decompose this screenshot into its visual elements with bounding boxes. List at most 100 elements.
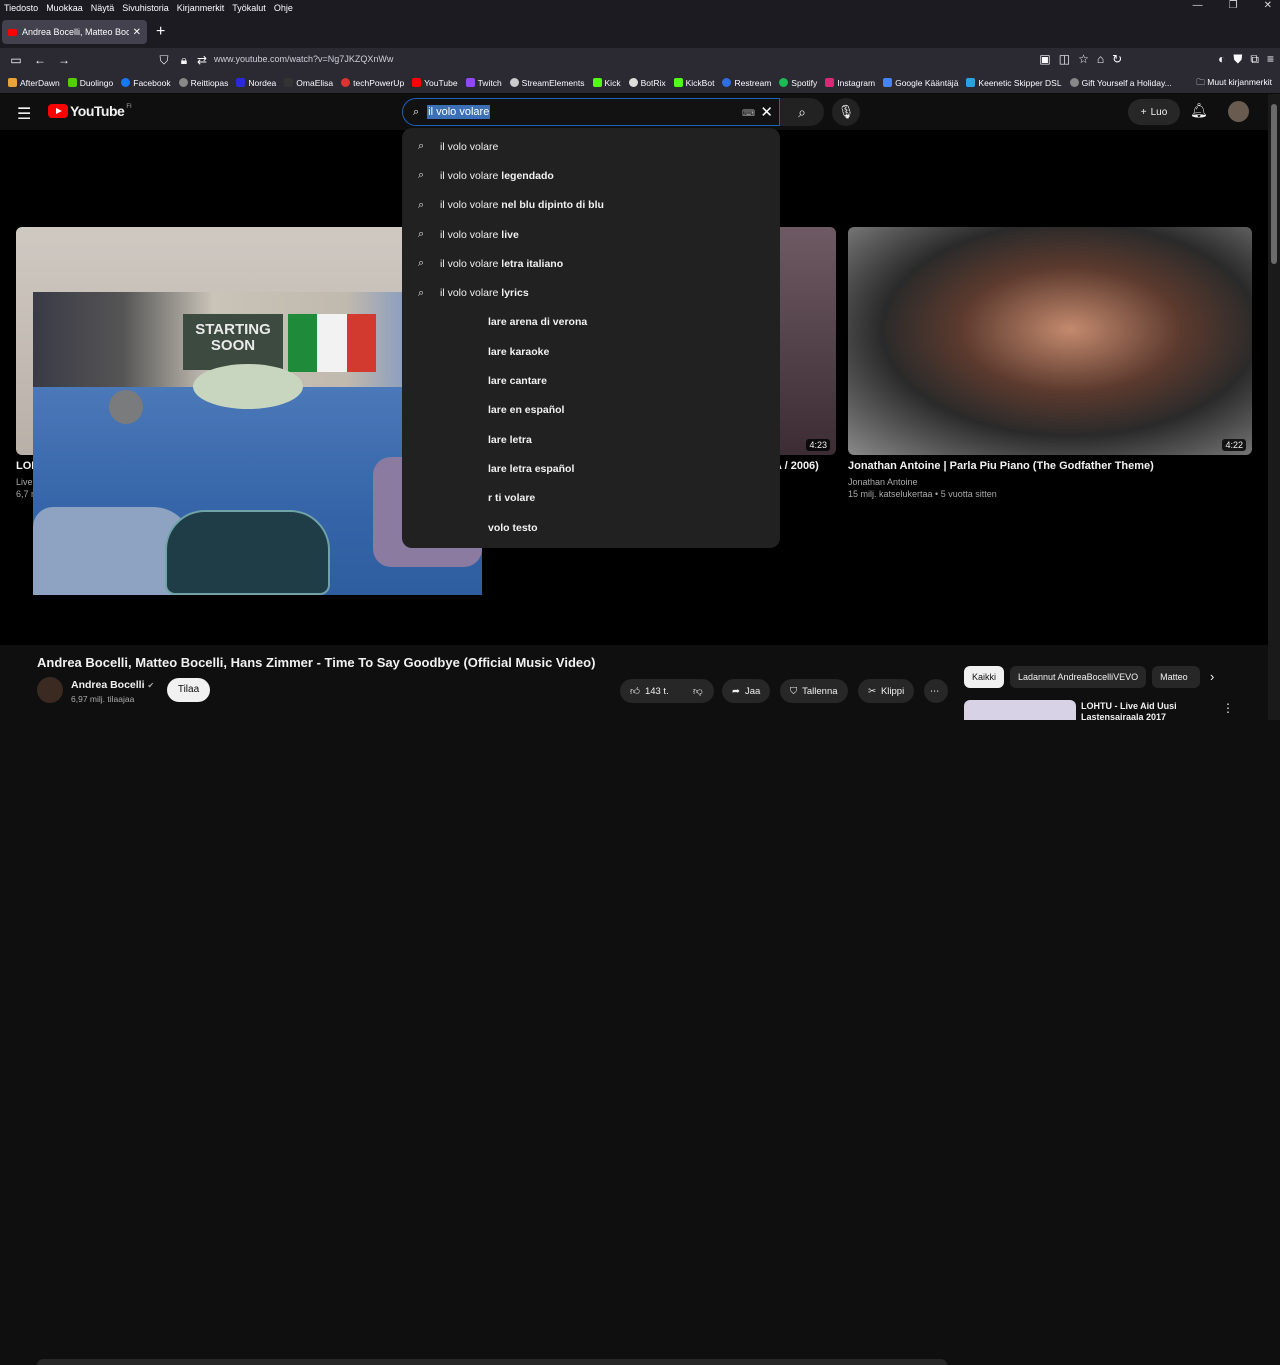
menu-history[interactable]: Sivuhistoria (122, 3, 169, 13)
card-3-title[interactable]: Jonathan Antoine | Parla Piu Piano (The … (848, 460, 1154, 472)
page-scrollbar[interactable] (1268, 94, 1280, 720)
card-3-channel[interactable]: Jonathan Antoine (848, 477, 918, 487)
reload-icon[interactable]: ↻ (1112, 52, 1122, 67)
url-field[interactable]: www.youtube.com/watch?v=Ng7JKZQXnWw (214, 54, 393, 64)
clear-search-icon[interactable]: ✕ (760, 103, 773, 121)
clip-button[interactable]: ✂ Klippi (858, 679, 915, 703)
subscribe-button[interactable]: Tilaa (167, 678, 210, 702)
suggestion-item[interactable]: lare letra español (402, 454, 780, 483)
description-box[interactable] (37, 1359, 947, 1365)
endscreen-card-3[interactable]: 4:22 (848, 227, 1252, 455)
notifications-bell-icon[interactable]: 🔔︎ (1190, 102, 1208, 119)
dislike-button[interactable]: 👎︎ (686, 679, 714, 703)
channel-avatar[interactable] (37, 677, 63, 703)
close-window-icon[interactable]: ✕ (1264, 0, 1272, 11)
more-actions-button[interactable]: ⋯ (924, 679, 948, 703)
chip-all[interactable]: Kaikki (964, 666, 1005, 688)
bookmark-item[interactable]: techPowerUp (341, 78, 404, 88)
permissions-icon[interactable]: ⇄ (190, 53, 214, 67)
suggestion-item[interactable]: ⌕ il volo volare lyrics (402, 278, 780, 307)
ublock-icon[interactable]: ⛊ (1233, 52, 1242, 67)
bookmark-item[interactable]: Google Kääntäjä (883, 78, 958, 88)
restore-icon[interactable]: ❐ (1229, 0, 1238, 11)
extension-icon[interactable]: ◐ (1218, 52, 1225, 67)
bookmark-label: Google Kääntäjä (895, 77, 959, 88)
suggestion-item[interactable]: lare en español (402, 396, 780, 425)
suggestion-item[interactable]: ⌕ il volo volare nel blu dipinto di blu (402, 191, 780, 220)
bookmark-item[interactable]: StreamElements (509, 78, 585, 88)
recommended-thumbnail[interactable] (964, 700, 1076, 720)
guide-menu-icon[interactable]: ☰ (17, 104, 31, 124)
menu-tools[interactable]: Työkalut (232, 3, 266, 13)
bookmark-item[interactable]: YouTube (412, 78, 458, 88)
share-label: Jaa (744, 685, 761, 697)
share-button[interactable]: ➦ Jaa (722, 679, 771, 703)
bookmark-item[interactable]: Gift Yourself a Holiday... (1069, 78, 1172, 88)
bookmark-item[interactable]: Instagram (825, 78, 875, 88)
minimize-icon[interactable]: — (1193, 0, 1203, 11)
bookmark-item[interactable]: AfterDawn (8, 78, 60, 88)
search-icon: ⌕ (418, 198, 425, 211)
bookmark-item[interactable]: Twitch (465, 78, 502, 88)
suggestion-item[interactable]: lare karaoke (402, 337, 780, 366)
bookmark-item[interactable]: Kick (592, 78, 621, 88)
menu-file[interactable]: Tiedosto (4, 3, 38, 13)
bookmark-item[interactable]: Spotify (779, 78, 817, 88)
channel-name[interactable]: Andrea Bocelli ✔ (71, 679, 154, 691)
suggestion-item[interactable]: volo testo (402, 513, 780, 542)
suggestion-item[interactable]: r ti volare (402, 484, 780, 513)
chevron-right-icon[interactable]: › (1210, 669, 1214, 684)
tab-active[interactable]: Andrea Bocelli, Matteo Bocelli, ✕ (2, 20, 147, 44)
menu-edit[interactable]: Muokkaa (46, 3, 83, 13)
suggestion-item[interactable]: lare letra (402, 425, 780, 454)
search-input[interactable]: ⌕ il volo volare ⌨ ✕ (402, 98, 780, 126)
chip-uploaded[interactable]: Ladannut AndreaBocelliVEVO (1010, 666, 1147, 688)
close-tab-icon[interactable]: ✕ (133, 27, 141, 38)
scrollbar-thumb[interactable] (1271, 104, 1277, 264)
forward-icon[interactable]: → (52, 53, 76, 67)
card-2-title[interactable]: A / 2006) (774, 460, 819, 472)
bookmark-item[interactable]: BotRix (628, 78, 666, 88)
bookmark-item[interactable]: Reittiopas (178, 78, 228, 88)
youtube-favicon-icon (8, 28, 17, 36)
bookmark-icon: ⛉ (790, 685, 798, 697)
suggestion-rest: lare arena di verona (488, 316, 588, 329)
suggestion-item[interactable]: ⌕ il volo volare letra italiano (402, 249, 780, 278)
sidebar-toggle-icon[interactable]: ▭ (4, 53, 28, 67)
menu-view[interactable]: Näytä (91, 3, 115, 13)
screenshot-icon[interactable]: ▣ (1039, 52, 1050, 67)
menu-help[interactable]: Ohje (274, 3, 293, 13)
suggestion-item[interactable]: lare arena di verona (402, 308, 780, 337)
bookmark-item[interactable]: OmaElisa (284, 78, 333, 88)
save-button[interactable]: ⛉ Tallenna (780, 679, 848, 703)
bookmark-item[interactable]: Restream (722, 78, 771, 88)
other-bookmarks[interactable]: 🗀︎ Muut kirjanmerkit (1196, 77, 1272, 91)
bookmark-star-icon[interactable]: ☆ (1078, 52, 1089, 67)
more-vertical-icon[interactable]: ⋮ (1222, 701, 1234, 715)
extensions-puzzle-icon[interactable]: ⧉ (1250, 52, 1259, 67)
back-icon[interactable]: ← (28, 53, 52, 67)
new-tab-icon[interactable]: + (156, 23, 165, 41)
suggestion-item[interactable]: ⌕ il volo volare (402, 132, 780, 161)
suggestion-item[interactable]: lare cantare (402, 366, 780, 395)
chip-matteo[interactable]: Matteo (1152, 666, 1201, 688)
bookmark-item[interactable]: Nordea (236, 78, 276, 88)
like-button[interactable]: 👍︎ 143 t. (620, 679, 686, 703)
pip-icon[interactable]: ◫ (1059, 52, 1070, 67)
create-button[interactable]: + Luo (1128, 99, 1180, 125)
suggestion-base: il volo volare (440, 228, 502, 241)
home-icon[interactable]: ⌂ (1097, 52, 1104, 67)
bookmark-item[interactable]: KickBot (673, 78, 714, 88)
menu-bookmarks[interactable]: Kirjanmerkit (177, 3, 225, 13)
suggestion-item[interactable]: ⌕ il volo volare live (402, 220, 780, 249)
suggestion-item[interactable]: ⌕ il volo volare legendado (402, 161, 780, 190)
keyboard-icon[interactable]: ⌨ (742, 108, 755, 119)
bookmark-item[interactable]: Duolingo (67, 78, 113, 88)
search-button[interactable]: ⌕ (780, 98, 824, 126)
bookmark-item[interactable]: Facebook (121, 78, 171, 88)
avatar[interactable] (1228, 101, 1249, 122)
voice-search-button[interactable]: 🎙︎ (832, 98, 860, 126)
youtube-logo[interactable]: YouTube FI (48, 103, 132, 119)
bookmark-item[interactable]: Keenetic Skipper DSL (966, 78, 1062, 88)
menu-hamburger-icon[interactable]: ≡ (1267, 52, 1274, 67)
